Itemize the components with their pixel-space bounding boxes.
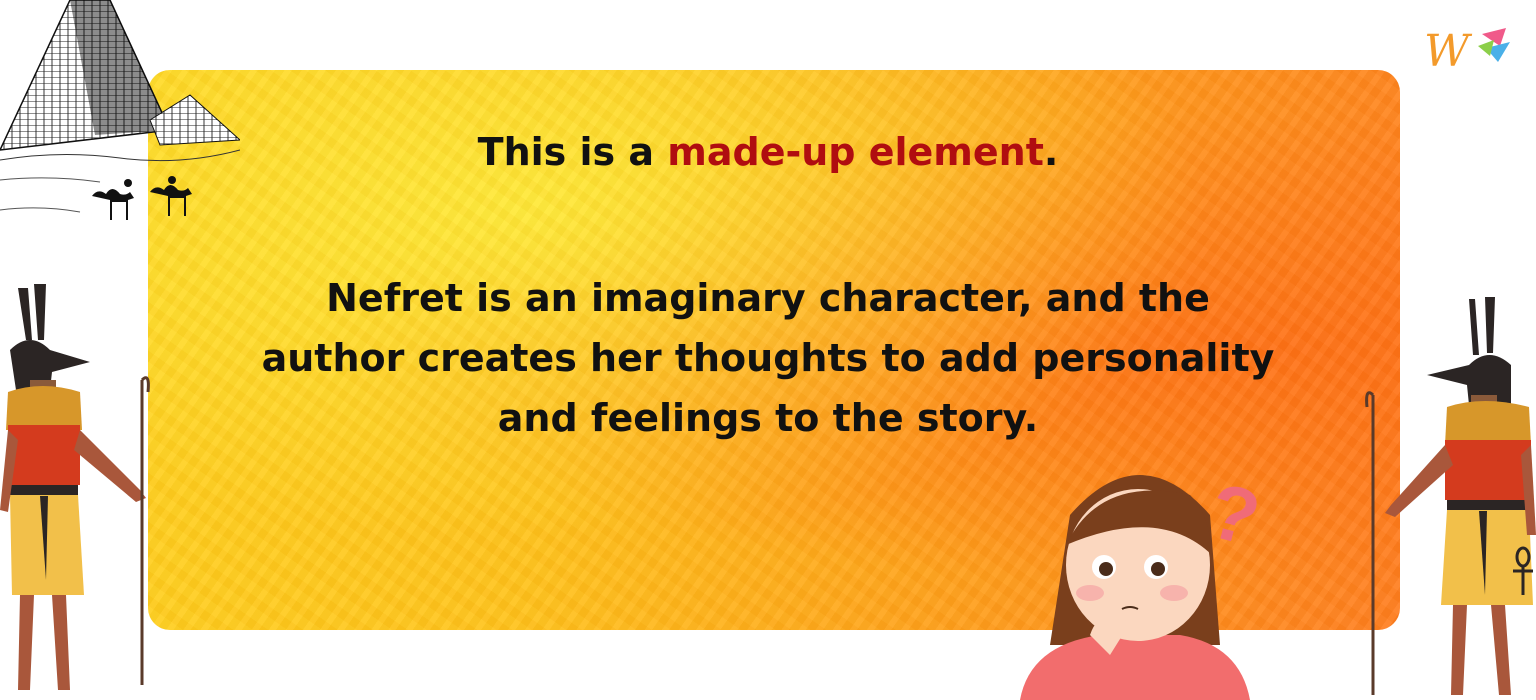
egyptian-god-left <box>0 284 150 690</box>
pyramids-illustration <box>0 0 240 220</box>
camel-icon <box>92 176 192 220</box>
brand-logo-icon: W <box>1424 26 1510 76</box>
body-line-1: Nefret is an imaginary character, and th… <box>326 276 1210 320</box>
highlight-text: made-up element <box>667 130 1044 174</box>
thinking-girl-illustration: ? <box>1020 465 1269 700</box>
question-mark-icon: ? <box>1200 465 1269 562</box>
headline: This is a made-up element. <box>477 130 1059 174</box>
svg-text:W: W <box>1424 26 1473 76</box>
egyptian-god-right <box>1365 297 1536 695</box>
body-text: Nefret is an imaginary character, and th… <box>240 268 1296 448</box>
body-line-3: and feelings to the story. <box>497 396 1039 440</box>
body-line-2: author creates her thoughts to add perso… <box>261 336 1275 380</box>
